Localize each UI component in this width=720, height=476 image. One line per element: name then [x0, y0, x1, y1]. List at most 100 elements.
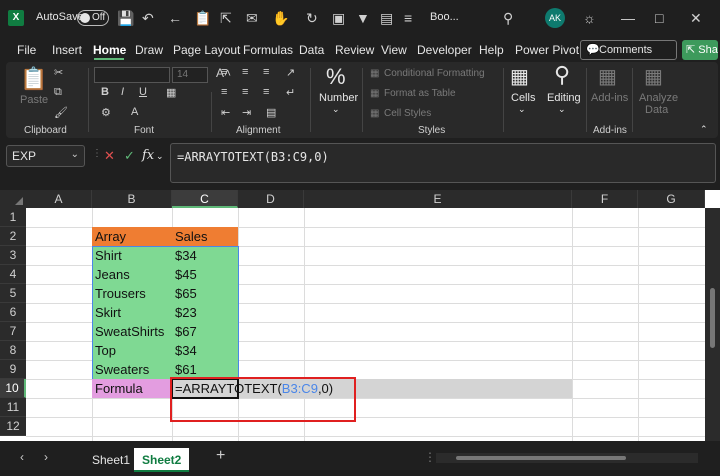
- row-header-8[interactable]: 8: [0, 341, 26, 360]
- paste-icon[interactable]: 📋: [20, 66, 47, 92]
- share-icon[interactable]: ⇱: [220, 9, 232, 27]
- analyze-data-icon[interactable]: ▦: [644, 64, 663, 89]
- fx-chevron-icon[interactable]: ⌄: [156, 151, 164, 162]
- camera-icon[interactable]: ▣: [332, 9, 345, 27]
- collapse-ribbon-icon[interactable]: ⌃: [700, 124, 708, 135]
- cell-b2[interactable]: Array: [92, 227, 172, 246]
- editing-chevron-icon[interactable]: ⌄: [558, 104, 566, 115]
- menu-formulas[interactable]: Formulas: [243, 43, 293, 57]
- column-header-a[interactable]: A: [26, 190, 92, 208]
- analyze-label-data[interactable]: Data: [645, 104, 668, 116]
- vertical-scrollbar[interactable]: [705, 208, 720, 441]
- font-size-box[interactable]: 14: [172, 67, 208, 83]
- menu-view[interactable]: View: [381, 43, 407, 57]
- name-box[interactable]: EXP ⌄: [6, 145, 85, 167]
- mail-icon[interactable]: ✉: [246, 9, 258, 27]
- menu-page-layout[interactable]: Page Layout: [173, 43, 240, 57]
- fill-color-icon[interactable]: ⚙: [101, 106, 111, 119]
- column-header-c[interactable]: C: [172, 190, 238, 208]
- dropdown-icon[interactable]: ▼: [356, 9, 370, 27]
- sheet-tab-sheet2[interactable]: Sheet2: [134, 448, 190, 472]
- worksheet-grid[interactable]: A B C D E F G 1 2 3 4 5 6 7 8 9 10 11 12…: [0, 190, 720, 441]
- previous-sheet-icon[interactable]: ‹: [20, 450, 24, 464]
- row-header-10[interactable]: 10: [0, 379, 26, 398]
- increase-indent-icon[interactable]: ⇥: [242, 106, 251, 119]
- minimize-icon[interactable]: —: [621, 9, 635, 27]
- horizontal-scrollbar[interactable]: [436, 453, 698, 463]
- merge-center-icon[interactable]: ▤: [266, 106, 276, 119]
- redo-icon[interactable]: ↻: [306, 9, 318, 27]
- cells-label[interactable]: Cells: [511, 92, 535, 104]
- menu-developer[interactable]: Developer: [417, 43, 472, 57]
- save-icon[interactable]: 💾: [117, 9, 134, 27]
- align-left-icon[interactable]: ≡: [221, 86, 227, 98]
- confirm-icon[interactable]: ✓: [124, 148, 135, 164]
- align-top-icon[interactable]: ≡: [221, 66, 227, 78]
- menu-file[interactable]: File: [17, 43, 36, 57]
- cell-b10[interactable]: Formula: [92, 379, 172, 398]
- autosave-toggle[interactable]: Off: [77, 10, 109, 26]
- column-header-e[interactable]: E: [304, 190, 572, 208]
- row-header-9[interactable]: 9: [0, 360, 26, 379]
- column-header-b[interactable]: B: [92, 190, 172, 208]
- column-header-d[interactable]: D: [238, 190, 304, 208]
- customize-icon[interactable]: ≡: [404, 9, 412, 27]
- row-header-3[interactable]: 3: [0, 246, 26, 265]
- font-color-icon[interactable]: A: [131, 106, 138, 118]
- font-name-box[interactable]: [94, 67, 170, 83]
- copy-icon[interactable]: ⧉: [54, 86, 62, 99]
- next-sheet-icon[interactable]: ›: [44, 450, 48, 464]
- cut-icon[interactable]: ✂: [54, 66, 63, 79]
- decrease-indent-icon[interactable]: ⇤: [221, 106, 230, 119]
- row-header-6[interactable]: 6: [0, 303, 26, 322]
- menu-data[interactable]: Data: [299, 43, 324, 57]
- number-label[interactable]: Number: [319, 92, 358, 104]
- tab-split-handle-icon[interactable]: ⋮: [424, 450, 436, 464]
- addins-label[interactable]: Add-ins: [591, 92, 628, 104]
- format-as-table-button[interactable]: Format as Table: [384, 88, 456, 99]
- paste-label[interactable]: Paste: [20, 94, 48, 106]
- menu-insert[interactable]: Insert: [52, 43, 82, 57]
- analyze-label[interactable]: Analyze: [639, 92, 678, 104]
- menu-help[interactable]: Help: [479, 43, 504, 57]
- align-center-icon[interactable]: ≡: [242, 86, 248, 98]
- cells-chevron-icon[interactable]: ⌄: [518, 104, 526, 115]
- search-icon[interactable]: ⚲: [503, 9, 513, 27]
- row-header-11[interactable]: 11: [0, 398, 26, 417]
- formula-input[interactable]: =ARRAYTOTEXT(B3:C9,0): [170, 143, 716, 183]
- format-as-table-icon[interactable]: ▦: [370, 88, 379, 99]
- row-header-1[interactable]: 1: [0, 208, 26, 227]
- cell-styles-icon[interactable]: ▦: [370, 108, 379, 119]
- row-header-4[interactable]: 4: [0, 265, 26, 284]
- borders-icon[interactable]: ▦: [166, 86, 176, 99]
- cell-c2[interactable]: Sales: [172, 227, 238, 246]
- insert-function-icon[interactable]: fx: [142, 148, 154, 163]
- touch-icon[interactable]: ✋: [272, 9, 289, 27]
- restore-icon[interactable]: □: [655, 9, 663, 27]
- align-bottom-icon[interactable]: ≡: [263, 66, 269, 78]
- select-all-button[interactable]: [0, 190, 26, 208]
- lightbulb-icon[interactable]: ☼: [583, 9, 596, 27]
- editing-search-icon[interactable]: ⚲: [554, 62, 570, 88]
- clipboard-icon[interactable]: 📋: [194, 9, 211, 27]
- avatar[interactable]: AK: [545, 8, 565, 28]
- percent-icon[interactable]: %: [326, 64, 346, 90]
- menu-review[interactable]: Review: [335, 43, 374, 57]
- bold-icon[interactable]: B: [101, 86, 109, 98]
- menu-draw[interactable]: Draw: [135, 43, 163, 57]
- align-middle-icon[interactable]: ≡: [242, 66, 248, 78]
- menu-home[interactable]: Home: [93, 43, 126, 57]
- row-header-7[interactable]: 7: [0, 322, 26, 341]
- add-sheet-button[interactable]: +: [216, 447, 225, 465]
- drag-handle-icon[interactable]: ⋮: [92, 148, 102, 159]
- conditional-formatting-icon[interactable]: ▦: [370, 68, 379, 79]
- wrap-text-icon[interactable]: ↵: [286, 86, 295, 99]
- vertical-scroll-thumb[interactable]: [710, 288, 715, 348]
- row-header-5[interactable]: 5: [0, 284, 26, 303]
- horizontal-scroll-thumb[interactable]: [456, 456, 626, 460]
- comments-button[interactable]: 💬 Comments: [580, 40, 677, 60]
- back-arrow-icon[interactable]: ←: [168, 9, 182, 27]
- column-header-f[interactable]: F: [572, 190, 638, 208]
- orientation-icon[interactable]: ↗: [286, 66, 295, 79]
- conditional-formatting-button[interactable]: Conditional Formatting: [384, 68, 485, 79]
